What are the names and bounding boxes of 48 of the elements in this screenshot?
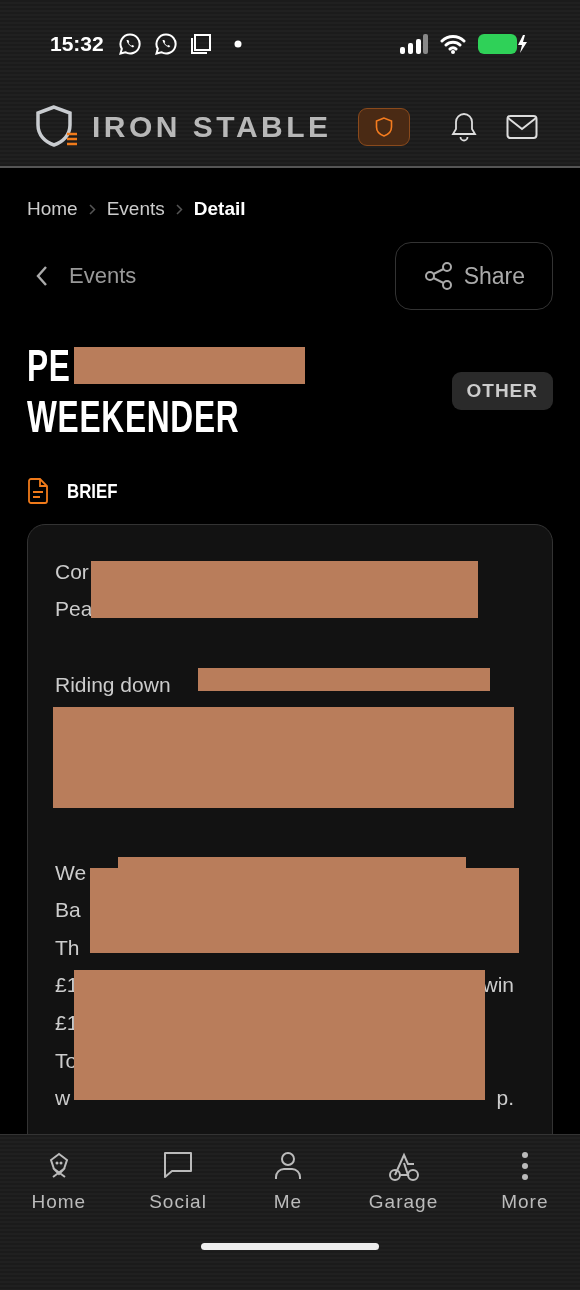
brief-text: Cor <box>55 559 89 584</box>
chevron-left-icon <box>35 265 49 287</box>
section-heading: BRIEF <box>67 479 118 503</box>
breadcrumb-link[interactable]: Home <box>27 198 78 220</box>
chat-bubble-icon <box>153 32 178 56</box>
status-time: 15:32 <box>50 32 104 56</box>
brief-text: £1 <box>55 973 79 998</box>
brief-text: We <box>55 860 87 885</box>
shield-button[interactable] <box>358 108 410 146</box>
nav-label: Social <box>149 1191 207 1213</box>
event-title: PE <box>27 340 71 391</box>
wifi-icon <box>440 34 466 54</box>
breadcrumb-link[interactable]: Detail <box>193 198 246 220</box>
nav-tab[interactable]: Me <box>269 1149 306 1213</box>
nav-label: Me <box>273 1191 303 1213</box>
brief-text: Th <box>55 935 80 960</box>
category-tag: OTHER <box>451 372 553 410</box>
breadcrumb-link[interactable]: Events <box>106 198 165 220</box>
share-button[interactable]: Share <box>394 242 553 310</box>
copy-icon <box>189 33 212 55</box>
nav-label: More <box>501 1191 549 1213</box>
document-icon <box>27 478 49 504</box>
back-link[interactable]: Events <box>27 263 137 289</box>
brief-text: Ba <box>55 898 81 923</box>
battery-charging-icon <box>478 33 530 55</box>
chevron-right-icon <box>175 203 183 215</box>
nav-tab[interactable]: Home <box>31 1149 87 1213</box>
mail-icon[interactable] <box>506 114 538 140</box>
chevron-right-icon <box>88 203 96 215</box>
event-title: WEEKENDER <box>27 391 240 442</box>
brief-text: £1 <box>55 1010 79 1035</box>
chat-bubble-icon <box>117 32 142 56</box>
shield-logo-icon <box>34 104 80 150</box>
nav-label: Garage <box>368 1191 439 1213</box>
nav-tab[interactable]: Social <box>149 1149 207 1213</box>
share-icon <box>423 261 454 291</box>
bell-icon[interactable] <box>450 112 478 142</box>
brief-text: Riding down <box>55 672 171 697</box>
nav-label: Home <box>31 1191 87 1213</box>
shield-icon <box>375 117 393 137</box>
nav-tab[interactable]: More <box>501 1149 549 1213</box>
nav-tab[interactable]: Garage <box>368 1149 439 1213</box>
brief-text: w <box>55 1086 71 1111</box>
dot-icon <box>233 40 242 48</box>
signal-icon <box>400 34 428 54</box>
brief-text: Pea <box>55 597 93 622</box>
brief-text: p. <box>496 1086 514 1111</box>
brand-name: IRON STABLE <box>92 110 332 144</box>
